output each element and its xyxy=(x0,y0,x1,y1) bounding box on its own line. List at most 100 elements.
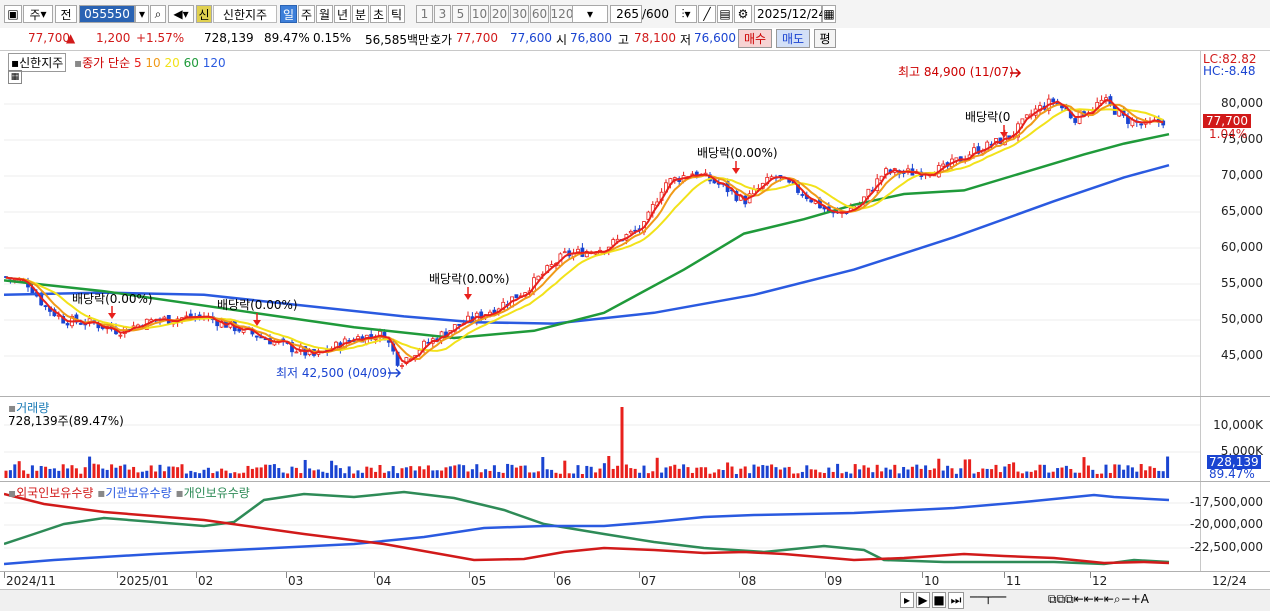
price-axis: LC:82.82 HC:-8.48 80,000 75,000 70,000 65,0… xyxy=(1200,51,1267,396)
volume-bar xyxy=(853,464,857,478)
ma-legend-20[interactable]: 20 xyxy=(161,56,180,70)
search-icon[interactable]: ⌕ xyxy=(150,5,166,23)
volume-bar xyxy=(519,465,523,478)
calendar-icon[interactable]: ▦ xyxy=(822,5,836,23)
volume-bar xyxy=(136,472,140,478)
play-icon[interactable]: ▶ xyxy=(916,592,930,608)
volume-bar xyxy=(510,464,514,478)
volume-bar xyxy=(765,465,769,478)
candle-body xyxy=(1139,123,1144,126)
period-button-4[interactable]: 분 xyxy=(352,5,369,23)
period-button-1[interactable]: 주 xyxy=(298,5,315,23)
holder-tick: -22,500,000 xyxy=(1189,540,1263,554)
candle-body xyxy=(369,334,374,338)
volume-bar xyxy=(123,464,127,478)
count-input[interactable]: 265 xyxy=(610,5,642,23)
date-tick: 09 xyxy=(827,574,843,588)
code-dropdown-icon[interactable]: ▾ xyxy=(135,5,149,23)
period-select-label: 주 xyxy=(29,7,41,22)
current-price-tag: 77,700 xyxy=(1203,114,1251,128)
minute-button-30[interactable]: 30 xyxy=(510,5,529,23)
volume-bar xyxy=(1113,464,1117,478)
volume-bar xyxy=(893,464,897,478)
minute-button-1[interactable]: 1 xyxy=(416,5,433,23)
date-input[interactable]: 2025/12/24 xyxy=(754,5,826,23)
minute-button-10[interactable]: 10 xyxy=(470,5,489,23)
date-tick-mark xyxy=(739,572,740,578)
volume-bar xyxy=(1152,467,1156,478)
holder-legend-item[interactable]: 개인보유수량 xyxy=(184,486,250,500)
date-tick: 02 xyxy=(198,574,214,588)
holder-legend-item[interactable]: 기관보유수량 xyxy=(105,486,175,500)
candle-body xyxy=(254,335,259,338)
line-tool-icon[interactable]: ╱ xyxy=(698,5,716,23)
volume-bar xyxy=(492,465,496,478)
ma60-line xyxy=(4,132,1170,340)
period-select[interactable]: 주 ▾ xyxy=(23,5,53,23)
period-button-6[interactable]: 틱 xyxy=(388,5,405,23)
period-button-5[interactable]: 초 xyxy=(370,5,387,23)
price-chart[interactable]: 최고 84,900 (11/07) 최저 42,500 (04/09) 배당락(0.… xyxy=(4,51,1200,396)
minute-button-120[interactable]: 120 xyxy=(550,5,574,23)
scroll-left-icon[interactable]: ▸ xyxy=(900,592,914,608)
high-price: 78,100 xyxy=(634,31,676,45)
ma-legend-60[interactable]: 60 xyxy=(180,56,199,70)
holder-legend-item[interactable]: 외국인보유수량 xyxy=(16,486,97,500)
gear-icon[interactable]: ⚙ xyxy=(734,5,752,23)
volume-bar xyxy=(651,471,655,478)
date-axis: 2024/11 2025/01 02 03 04 05 06 07 08 09 10 11 12 12/2… xyxy=(0,571,1270,590)
minute-button-60[interactable]: 60 xyxy=(530,5,549,23)
volume-bar xyxy=(1082,457,1086,478)
window-icon[interactable]: ▣ xyxy=(4,5,22,23)
volume-bar xyxy=(70,465,74,478)
volume-bar xyxy=(268,464,272,478)
volume-bar xyxy=(827,467,831,478)
fast-forward-icon[interactable]: ⏭ xyxy=(948,592,964,609)
zoom-slider[interactable]: ──┬── xyxy=(970,590,1040,604)
candle-type-icon[interactable]: ⫶▾ xyxy=(675,5,697,23)
volume-bar xyxy=(704,467,708,478)
period-button-2[interactable]: 월 xyxy=(316,5,333,23)
ma-legend-120[interactable]: 120 xyxy=(199,56,226,70)
minute-button-20[interactable]: 20 xyxy=(490,5,509,23)
date-tick: 12/24 xyxy=(1212,574,1247,588)
period-button-0[interactable]: 일 xyxy=(280,5,297,23)
volume-bar xyxy=(96,464,100,478)
buy-button[interactable]: 매수 xyxy=(738,29,772,48)
view-icons[interactable]: ⧉⧉⧉⇤⇤⇤⇤⌕−+A xyxy=(1048,592,1149,607)
volume-bar xyxy=(286,473,290,478)
volume-bar xyxy=(611,468,615,478)
volume-bar xyxy=(220,468,224,478)
volume-bar xyxy=(369,467,373,478)
date-tick-mark xyxy=(922,572,923,578)
volume-bar xyxy=(501,472,505,478)
stock-name[interactable]: 신한지주 xyxy=(213,5,277,23)
code-input[interactable]: 055550 xyxy=(79,5,135,23)
volume-bar xyxy=(17,461,21,478)
minute-button-3[interactable]: 3 xyxy=(434,5,451,23)
date-tick-mark xyxy=(1004,572,1005,578)
volume-chart[interactable] xyxy=(4,397,1200,481)
volume-bar xyxy=(1086,465,1090,478)
volume-bar xyxy=(8,470,12,478)
volume-bar xyxy=(792,473,796,478)
minute-button-5[interactable]: 5 xyxy=(452,5,469,23)
ma-legend-5[interactable]: 5 xyxy=(134,56,142,70)
candle-body xyxy=(800,194,805,196)
sell-button[interactable]: 매도 xyxy=(776,29,810,48)
eval-button[interactable]: 평 xyxy=(814,29,836,48)
sound-icon[interactable]: ◀▾ xyxy=(168,5,194,23)
calculator-icon[interactable]: ▦ xyxy=(8,70,22,84)
prev-button[interactable]: 전 xyxy=(55,5,77,23)
ma-legend-10[interactable]: 10 xyxy=(142,56,160,70)
volume-bar xyxy=(1073,472,1077,478)
save-icon[interactable]: ▤ xyxy=(717,5,733,23)
price-tick: 50,000 xyxy=(1221,312,1263,326)
price-tick: 80,000 xyxy=(1221,96,1263,110)
period-button-3[interactable]: 년 xyxy=(334,5,351,23)
volume-bar xyxy=(378,464,382,478)
volume-bar xyxy=(470,469,474,478)
volume-bar xyxy=(431,470,435,478)
stop-icon[interactable]: ■ xyxy=(932,592,946,608)
unit-select[interactable]: ▾ xyxy=(572,5,608,23)
